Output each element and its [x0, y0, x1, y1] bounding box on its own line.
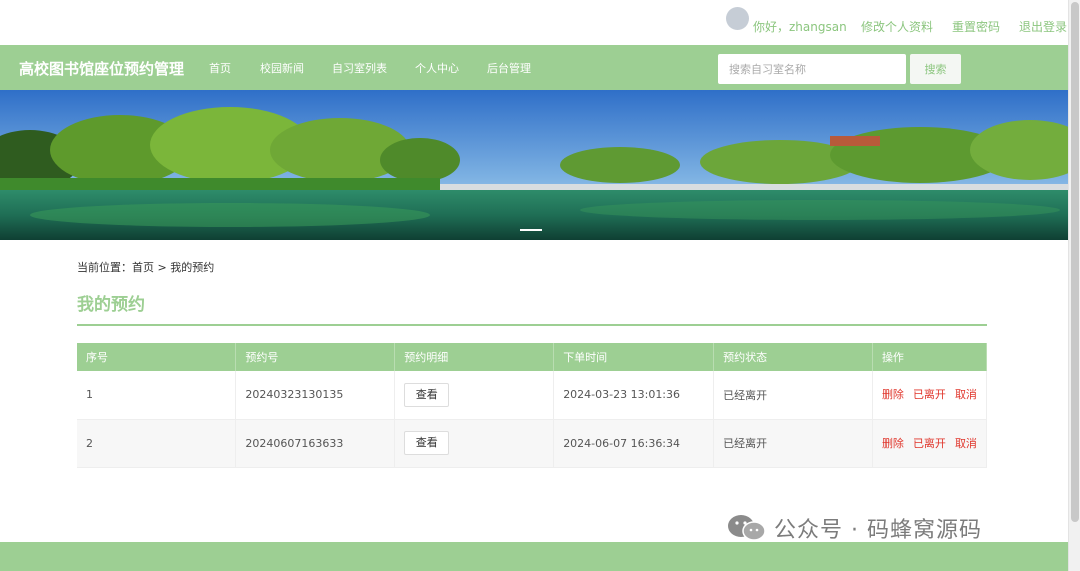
- scrollbar-thumb[interactable]: [1071, 2, 1079, 522]
- cell-actions: 删除 已离开 取消: [872, 371, 988, 420]
- watermark-text: 公众号 · 码蜂窝源码: [774, 518, 982, 543]
- cell-order-no: 20240607163633: [235, 419, 396, 468]
- view-detail-button[interactable]: 查看: [404, 431, 450, 455]
- header-actions: 操作: [872, 343, 988, 371]
- nav-item-home[interactable]: 首页: [209, 60, 231, 76]
- nav-item-admin[interactable]: 后台管理: [487, 60, 531, 76]
- header-index: 序号: [77, 343, 237, 371]
- cell-actions: 删除 已离开 取消: [872, 419, 988, 468]
- breadcrumb-current: 我的预约: [170, 261, 215, 274]
- breadcrumb-home-link[interactable]: 首页: [132, 261, 154, 274]
- cancel-link[interactable]: 取消: [955, 437, 977, 450]
- cell-detail: 查看: [394, 419, 555, 468]
- avatar[interactable]: [726, 7, 749, 30]
- banner-carousel[interactable]: [0, 90, 1068, 240]
- breadcrumb-prefix: 当前位置：: [77, 261, 132, 274]
- site-brand[interactable]: 高校图书馆座位预约管理: [19, 58, 184, 79]
- header-status: 预约状态: [713, 343, 873, 371]
- header-order-time: 下单时间: [553, 343, 715, 371]
- nav-item-news[interactable]: 校园新闻: [260, 60, 304, 76]
- greeting-text: 你好，zhangsan: [753, 20, 847, 34]
- cell-detail: 查看: [394, 371, 555, 420]
- carousel-indicator: [520, 229, 542, 231]
- wechat-icon: [728, 515, 766, 541]
- cancel-link[interactable]: 取消: [955, 388, 977, 401]
- delete-link[interactable]: 删除: [882, 437, 904, 450]
- logout-link[interactable]: 退出登录: [1019, 18, 1067, 35]
- cell-index: 1: [77, 371, 237, 420]
- search-button[interactable]: 搜索: [910, 54, 961, 84]
- reservations-table: 序号 预约号 预约明细 下单时间 预约状态 操作 1 2024032313013…: [77, 343, 988, 468]
- edit-profile-link[interactable]: 修改个人资料: [861, 18, 933, 35]
- page-scrollbar[interactable]: [1068, 0, 1080, 571]
- cell-index: 2: [77, 419, 237, 468]
- mark-left-link[interactable]: 已离开: [913, 437, 946, 450]
- nav-item-study-rooms[interactable]: 自习室列表: [332, 60, 387, 76]
- nav-item-personal-center[interactable]: 个人中心: [415, 60, 459, 76]
- breadcrumb-separator: >: [154, 261, 171, 274]
- delete-link[interactable]: 删除: [882, 388, 904, 401]
- page-title: 我的预约: [77, 295, 145, 315]
- reset-password-link[interactable]: 重置密码: [952, 18, 1000, 35]
- banner-image: [0, 90, 1068, 240]
- view-detail-button[interactable]: 查看: [404, 382, 450, 407]
- table-row: 2 20240607163633 查看 2024-06-07 16:36:34 …: [77, 419, 988, 468]
- title-divider: [77, 324, 987, 326]
- mark-left-link[interactable]: 已离开: [913, 388, 946, 401]
- table-row: 1 20240323130135 查看 2024-03-23 13:01:36 …: [77, 371, 988, 420]
- cell-order-no: 20240323130135: [235, 371, 396, 420]
- breadcrumb: 当前位置：首页 > 我的预约: [77, 259, 214, 275]
- cell-order-time: 2024-06-07 16:36:34: [553, 419, 715, 468]
- cell-status: 已经离开: [713, 419, 873, 468]
- header-detail: 预约明细: [394, 343, 555, 371]
- footer: [0, 542, 1068, 571]
- search-input[interactable]: [718, 54, 906, 84]
- main-navbar: 高校图书馆座位预约管理 首页 校园新闻 自习室列表 个人中心 后台管理 搜索: [0, 45, 1068, 90]
- user-bar: 你好，zhangsan 修改个人资料 重置密码 退出登录: [0, 0, 1068, 45]
- cell-order-time: 2024-03-23 13:01:36: [553, 371, 715, 420]
- table-header-row: 序号 预约号 预约明细 下单时间 预约状态 操作: [77, 343, 988, 371]
- cell-status: 已经离开: [713, 371, 873, 420]
- header-order-no: 预约号: [235, 343, 396, 371]
